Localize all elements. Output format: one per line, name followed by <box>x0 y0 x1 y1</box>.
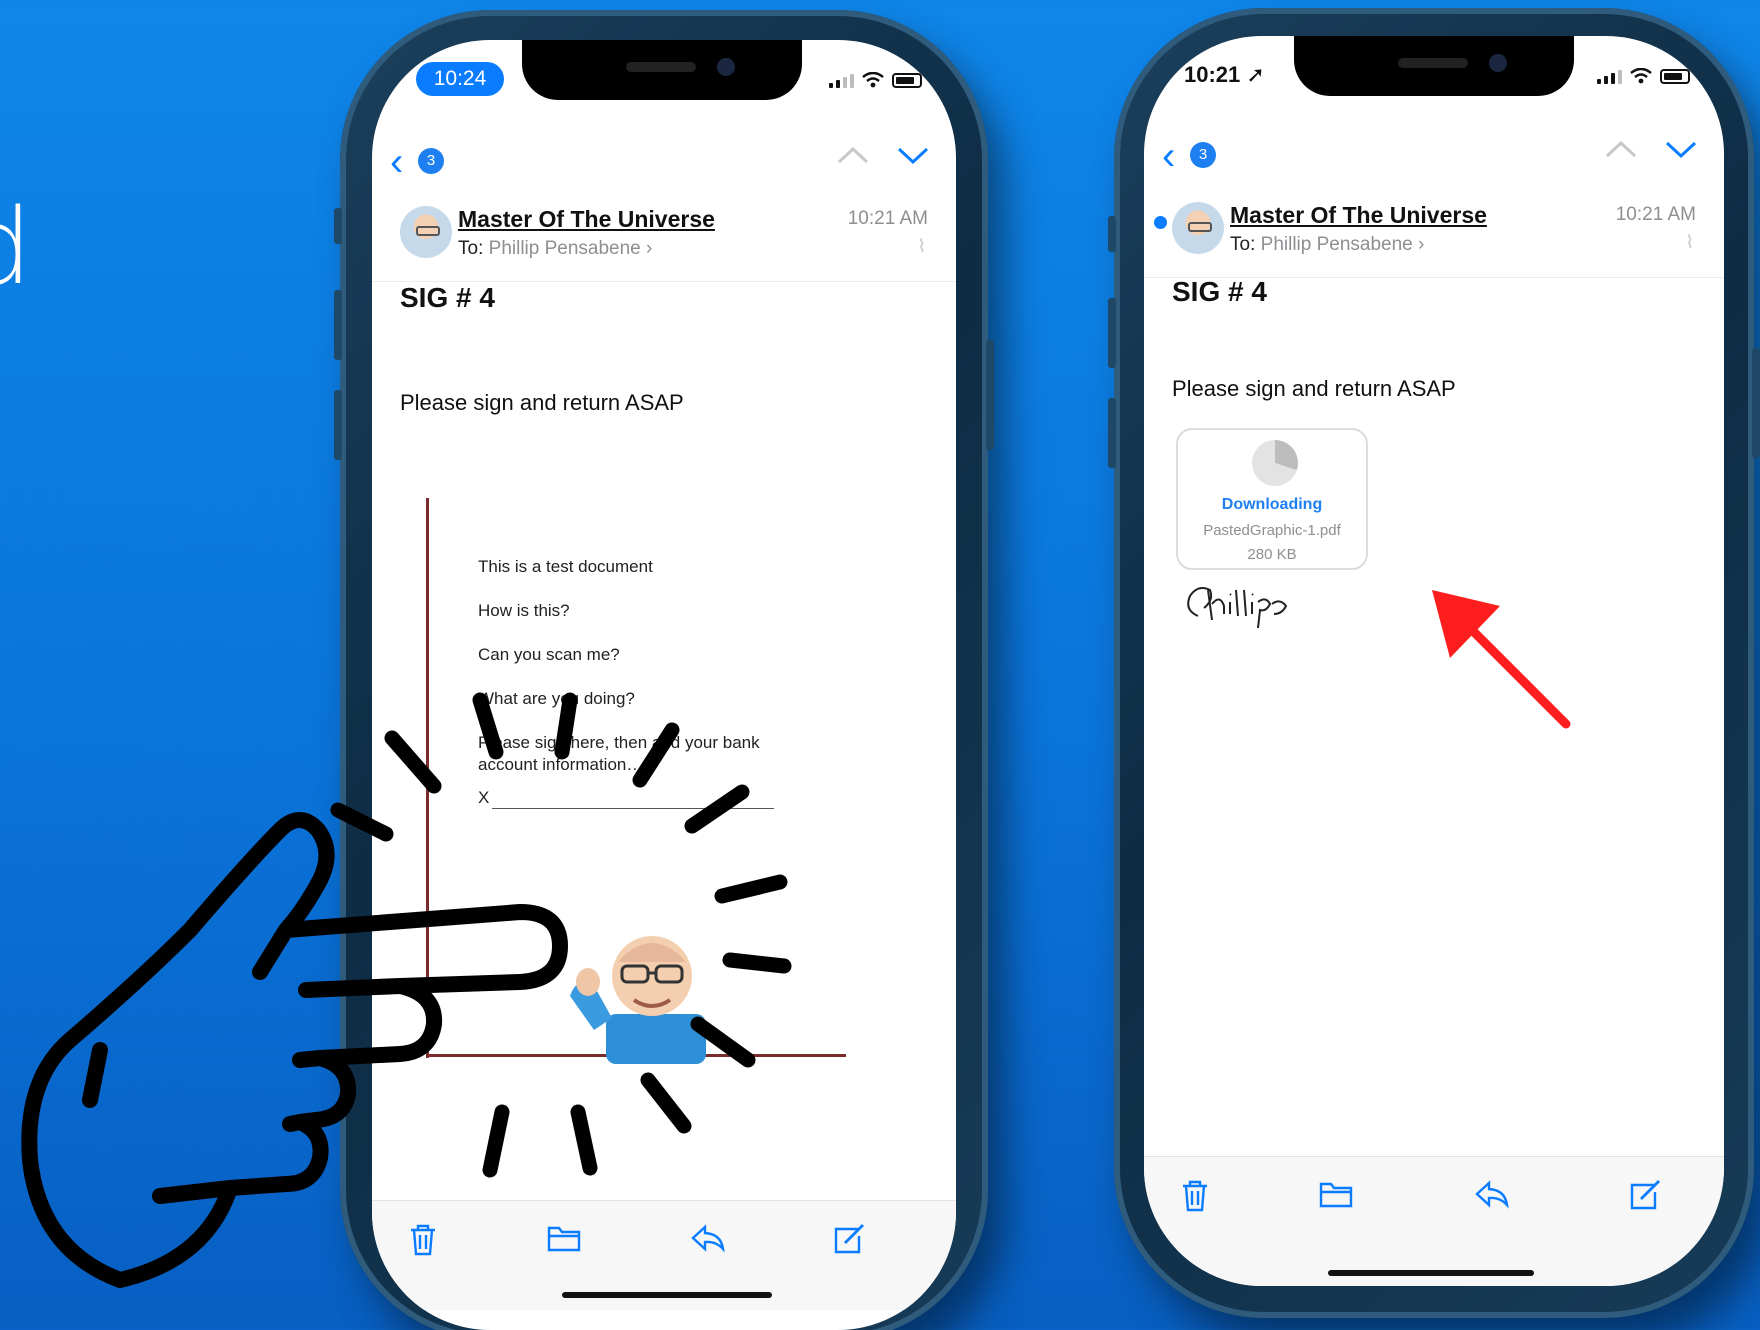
location-arrow-icon: ➚ <box>1246 62 1265 87</box>
chevron-down-icon[interactable] <box>896 144 930 166</box>
email-subject: SIG # 4 <box>400 282 495 313</box>
volume-up-button <box>1108 298 1116 368</box>
email-time: 10:21 AM <box>847 208 928 229</box>
email-subject: SIG # 4 <box>1172 276 1267 307</box>
notch <box>1294 36 1574 96</box>
compose-icon[interactable] <box>1628 1179 1662 1211</box>
signal-icon <box>829 72 854 88</box>
left-screen: 10:24 ‹ 3 Master Of The Universe To: Phi… <box>372 40 956 1330</box>
recipient-line[interactable]: To: Phillip Pensabene › <box>1230 234 1424 256</box>
document-line: What are you doing? <box>478 689 635 708</box>
trash-icon[interactable] <box>408 1223 438 1257</box>
unread-dot <box>1154 216 1167 229</box>
wifi-icon <box>1630 68 1652 84</box>
to-label: To: <box>458 238 484 259</box>
volume-down-button <box>1108 398 1116 468</box>
paperclip-icon: ⌇ <box>1685 232 1694 252</box>
unread-count-badge[interactable]: 3 <box>1190 142 1216 168</box>
status-time-text: 10:21 <box>1184 62 1241 87</box>
back-chevron-icon[interactable]: ‹ <box>390 142 403 182</box>
status-time-pill[interactable]: 10:24 <box>416 62 504 96</box>
power-button <box>986 340 994 450</box>
document-line: This is a test document <box>478 557 653 576</box>
document-line: Can you scan me? <box>478 645 620 664</box>
folder-icon[interactable] <box>1318 1179 1354 1209</box>
background-edge-letter: d <box>0 186 32 308</box>
mail-nav-bar: ‹ 3 <box>372 138 956 188</box>
recipient-line[interactable]: To: Phillip Pensabene › <box>458 238 652 260</box>
left-phone: 10:24 ‹ 3 Master Of The Universe To: Phi… <box>334 10 994 1330</box>
reply-icon[interactable] <box>690 1223 726 1253</box>
paperclip-icon: ⌇ <box>917 236 926 256</box>
attachment-status: Downloading <box>1221 496 1323 513</box>
battery-icon <box>892 72 922 88</box>
signature-mark: X <box>478 788 490 807</box>
mute-switch <box>334 208 342 244</box>
recipient-name: Phillip Pensabene <box>1260 234 1413 255</box>
battery-icon <box>1660 68 1690 84</box>
compose-icon[interactable] <box>832 1223 866 1255</box>
document-line: How is this? <box>478 601 570 620</box>
volume-down-button <box>334 390 342 460</box>
wifi-icon <box>862 72 884 88</box>
to-label: To: <box>1230 234 1256 255</box>
mail-toolbar <box>1144 1156 1724 1286</box>
chevron-up-icon[interactable] <box>836 144 870 166</box>
memoji-sticker <box>570 936 706 1064</box>
attachment-card[interactable]: Downloading PastedGraphic-1.pdf 280 KB <box>1176 428 1368 570</box>
attachment-filename: PastedGraphic-1.pdf <box>1203 522 1341 539</box>
signature-line <box>492 808 774 809</box>
back-chevron-icon[interactable]: ‹ <box>1162 136 1175 176</box>
status-icons <box>829 72 922 88</box>
chevron-up-icon[interactable] <box>1604 138 1638 160</box>
mute-switch <box>1108 216 1116 252</box>
right-screen: 10:21 ➚ ‹ 3 Master Of The Universe To: P… <box>1144 36 1724 1286</box>
email-body: Please sign and return ASAP <box>1172 376 1456 401</box>
download-progress-icon <box>1252 440 1298 486</box>
email-header: Master Of The Universe To: Phillip Pensa… <box>1144 188 1724 278</box>
volume-up-button <box>334 290 342 360</box>
status-time: 10:21 ➚ <box>1184 62 1265 88</box>
notch <box>522 40 802 100</box>
power-button <box>1752 348 1760 458</box>
home-indicator[interactable] <box>562 1292 772 1298</box>
handwritten-signature <box>1187 587 1288 629</box>
trash-icon[interactable] <box>1180 1179 1210 1213</box>
sender-name[interactable]: Master Of The Universe <box>1230 202 1487 229</box>
right-phone: 10:21 ➚ ‹ 3 Master Of The Universe To: P… <box>1108 8 1760 1318</box>
signal-icon <box>1597 68 1622 84</box>
chevron-down-icon[interactable] <box>1664 138 1698 160</box>
document-border-left <box>426 498 429 1058</box>
document-line: Please sign here, then add your bank acc… <box>478 733 760 774</box>
email-time: 10:21 AM <box>1615 204 1696 225</box>
unread-count-badge[interactable]: 3 <box>418 148 444 174</box>
sender-name[interactable]: Master Of The Universe <box>458 206 715 233</box>
folder-icon[interactable] <box>546 1223 582 1253</box>
attachment-size: 280 KB <box>1247 546 1297 563</box>
home-indicator[interactable] <box>1328 1270 1534 1276</box>
recipient-name: Phillip Pensabene <box>488 238 641 259</box>
status-icons <box>1597 68 1690 84</box>
sender-avatar[interactable] <box>400 206 452 258</box>
mail-nav-bar: ‹ 3 <box>1144 132 1724 182</box>
reply-icon[interactable] <box>1474 1179 1510 1209</box>
email-header: Master Of The Universe To: Phillip Pensa… <box>372 192 956 282</box>
email-body: Please sign and return ASAP <box>400 390 684 415</box>
sender-avatar[interactable] <box>1172 202 1224 254</box>
